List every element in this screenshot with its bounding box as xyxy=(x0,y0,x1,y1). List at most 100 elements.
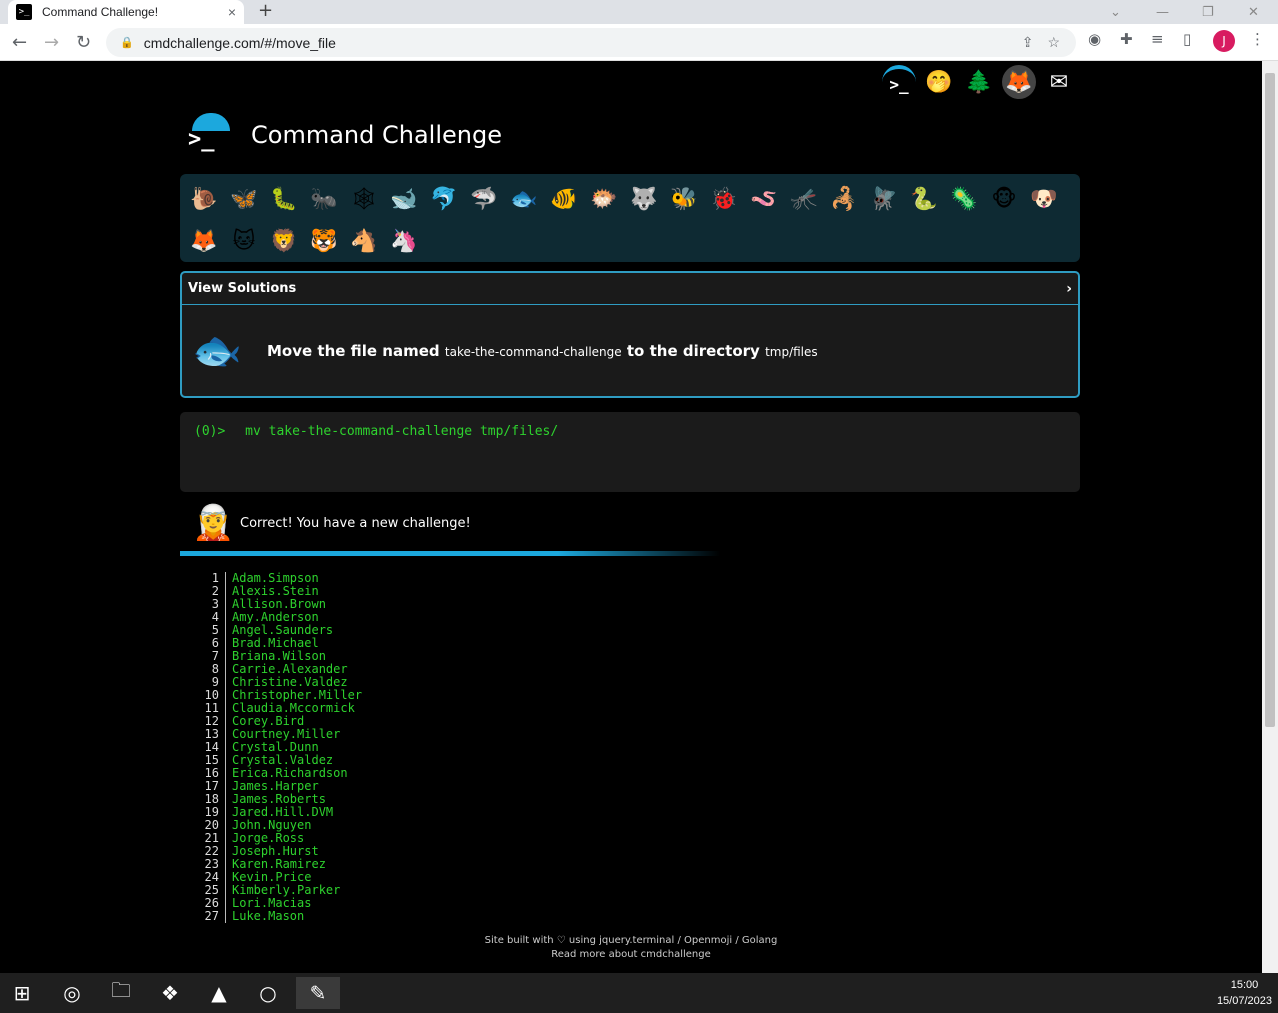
scrollbar[interactable] xyxy=(1262,61,1278,973)
page-content: >_ 🤭 🌲 🦊 ✉ >_ Command Challenge 🐌 🦋 🐛 🐜 🕸 🐋 🐬 🦈… xyxy=(0,61,1262,973)
lion-icon[interactable]: 🦁 xyxy=(264,220,304,262)
figma-icon[interactable]: ❖ xyxy=(148,977,192,1009)
reading-list-icon[interactable]: ≡ xyxy=(1151,30,1164,48)
scrollbar-thumb[interactable] xyxy=(1265,73,1275,727)
top-icon-bar: >_ 🤭 🌲 🦊 ✉ xyxy=(882,65,1076,99)
challenge-file-name: take-the-command-challenge xyxy=(444,344,622,359)
terminal-prompt: (0)> xyxy=(194,424,226,439)
opera-icon[interactable]: ○ xyxy=(246,977,290,1009)
fly-icon[interactable]: 🪰 xyxy=(864,178,904,220)
snake-icon[interactable]: 🐍 xyxy=(904,178,944,220)
whale-icon[interactable]: 🐋 xyxy=(384,178,424,220)
bookmark-star-icon[interactable]: ☆ xyxy=(1047,34,1060,51)
caterpillar-icon[interactable]: 🐛 xyxy=(264,178,304,220)
chevron-right-icon: › xyxy=(1066,280,1072,297)
elf-icon: 🧝 xyxy=(192,503,235,543)
lady-beetle-icon[interactable]: 🐞 xyxy=(704,178,744,220)
unicorn-icon[interactable]: 🦄 xyxy=(384,220,424,262)
chrome-icon[interactable]: ◎ xyxy=(50,977,94,1009)
clock-date: 15/07/2023 xyxy=(1216,995,1272,1007)
new-tab-button[interactable]: + xyxy=(258,0,273,22)
snail-icon[interactable]: 🐌 xyxy=(184,178,224,220)
restore-icon[interactable]: ❐ xyxy=(1202,0,1214,24)
view-solutions-toggle[interactable]: View Solutions › xyxy=(182,273,1078,305)
terminal-icon[interactable]: >_ xyxy=(882,65,916,99)
clock[interactable]: 15:00 15/07/2023 xyxy=(1217,977,1272,1009)
brand: >_ Command Challenge xyxy=(186,113,502,157)
scorpion-icon[interactable]: 🦂 xyxy=(824,178,864,220)
terminal-command: mv take-the-command-challenge tmp/files/ xyxy=(245,424,559,439)
puzzle-extensions-icon[interactable]: ✚ xyxy=(1120,30,1133,48)
fox-icon[interactable]: 🦊 xyxy=(184,220,224,262)
worm-icon[interactable]: 🪱 xyxy=(744,178,784,220)
cat-icon[interactable]: 🐱 xyxy=(224,220,264,262)
face-with-hand-over-mouth-icon[interactable]: 🤭 xyxy=(922,65,956,99)
fish-icon[interactable]: 🐟 xyxy=(504,178,544,220)
challenge-text-middle: to the directory xyxy=(626,341,760,360)
tab-bar: >_ Command Challenge! × + ⌄ — ❐ ✕ xyxy=(0,0,1278,24)
result-message: 🧝 Correct! You have a new challenge! xyxy=(192,503,471,543)
tiger-icon[interactable]: 🐯 xyxy=(304,220,344,262)
terminal-favicon-icon: >_ xyxy=(16,4,32,20)
challenge-description: 🐟 Move the file named take-the-command-c… xyxy=(182,305,1078,396)
url-text: cmdchallenge.com/#/move_file xyxy=(143,34,336,51)
terminal-input[interactable]: (0)> mv take-the-command-challenge tmp/f… xyxy=(180,412,1080,492)
tree-icon[interactable]: 🌲 xyxy=(962,65,996,99)
vlc-icon[interactable]: ▲ xyxy=(197,977,241,1009)
footer-credits: Site built with ♡ using jquery.terminal … xyxy=(484,935,778,946)
challenge-dir-name: tmp/files xyxy=(765,344,818,359)
tab-search-icon[interactable]: ⌄ xyxy=(1110,0,1121,24)
close-tab-icon[interactable]: × xyxy=(228,4,236,20)
challenge-panel: View Solutions › 🐟 Move the file named t… xyxy=(180,271,1080,398)
windows-start-icon[interactable]: ⊞ xyxy=(0,977,44,1009)
butterfly-icon[interactable]: 🦋 xyxy=(224,178,264,220)
bee-icon[interactable]: 🐝 xyxy=(664,178,704,220)
level-selector: 🐌 🦋 🐛 🐜 🕸 🐋 🐬 🦈 🐟 🐠 🐡 🐺 🐝 🐞 🪱 🦟 🦂 🪰 🐍 🦠 🐵 🐶 🦊 🐱 🦁 🐯 🐴 🦄 xyxy=(180,174,1080,262)
fish-icon: 🐟 xyxy=(192,328,242,374)
envelope-icon[interactable]: ✉ xyxy=(1042,65,1076,99)
spider-web-icon[interactable]: 🕸 xyxy=(344,178,384,220)
forward-icon[interactable]: → xyxy=(44,32,59,53)
line-number: 27 xyxy=(200,910,226,923)
command-output: 1 Adam.Simpson 2 Alexis.Stein 3 Allison.Brown… xyxy=(200,572,362,923)
lock-icon: 🔒 xyxy=(120,37,134,49)
mosquito-icon[interactable]: 🦟 xyxy=(784,178,824,220)
shark-icon[interactable]: 🦈 xyxy=(464,178,504,220)
extension-icon[interactable]: ◉ xyxy=(1088,30,1101,48)
dog-icon[interactable]: 🐶 xyxy=(1024,178,1064,220)
minimize-icon[interactable]: — xyxy=(1156,0,1169,24)
horse-icon[interactable]: 🐴 xyxy=(344,220,384,262)
close-window-icon[interactable]: ✕ xyxy=(1248,0,1259,24)
clock-time: 15:00 xyxy=(1230,979,1259,991)
back-icon[interactable]: ← xyxy=(12,32,27,53)
result-text: Correct! You have a new challenge! xyxy=(240,515,471,531)
profile-avatar[interactable]: J xyxy=(1213,30,1235,52)
monkey-icon[interactable]: 🐵 xyxy=(984,178,1024,220)
gitlab-icon[interactable]: 🦊 xyxy=(1002,65,1036,99)
ant-icon[interactable]: 🐜 xyxy=(304,178,344,220)
microbe-icon[interactable]: 🦠 xyxy=(944,178,984,220)
wolf-icon[interactable]: 🐺 xyxy=(624,178,664,220)
footer: Site built with ♡ using jquery.terminal … xyxy=(0,934,1262,962)
reload-icon[interactable]: ↻ xyxy=(76,32,91,53)
file-explorer-icon[interactable]: 🗀 xyxy=(99,977,143,1009)
share-icon[interactable]: ⇪ xyxy=(1022,34,1034,51)
taskbar: ⊞ ◎ 🗀 ❖ ▲ ○ ✎ 15:00 15/07/2023 xyxy=(0,973,1278,1013)
blowfish-icon[interactable]: 🐡 xyxy=(584,178,624,220)
challenge-text-before: Move the file named xyxy=(267,341,440,360)
side-panel-icon[interactable]: ▯ xyxy=(1183,30,1191,48)
address-bar: ← → ↻ 🔒 cmdchallenge.com/#/move_file ⇪ ☆… xyxy=(0,24,1278,61)
footer-read-more-link[interactable]: Read more about cmdchallenge xyxy=(0,948,1262,962)
view-solutions-label: View Solutions xyxy=(188,281,297,296)
progress-bar xyxy=(180,551,720,556)
tropical-fish-icon[interactable]: 🐠 xyxy=(544,178,584,220)
url-field[interactable]: 🔒 cmdchallenge.com/#/move_file ⇪ ☆ xyxy=(106,28,1076,57)
page-title: Command Challenge xyxy=(251,121,502,149)
browser-tab[interactable]: >_ Command Challenge! × xyxy=(8,0,244,24)
app-active-icon[interactable]: ✎ xyxy=(296,977,340,1009)
dolphin-icon[interactable]: 🐬 xyxy=(424,178,464,220)
tab-title: Command Challenge! xyxy=(42,5,159,19)
menu-kebab-icon[interactable]: ⋮ xyxy=(1250,30,1265,48)
output-row: 27 Luke.Mason xyxy=(200,910,362,923)
logo-icon[interactable]: >_ xyxy=(186,113,234,157)
